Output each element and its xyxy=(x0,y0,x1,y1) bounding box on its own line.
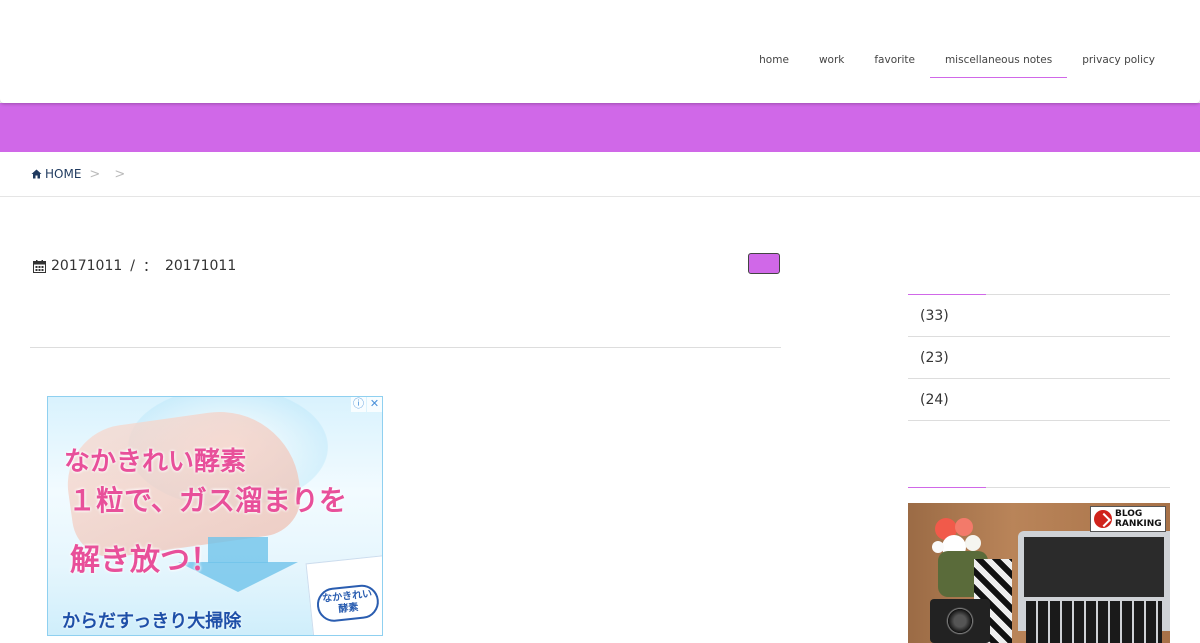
advertisement-banner[interactable]: なかきれい 酵素 なかきれい酵素 １粒で、ガス溜まりを 解き放つ！ からだすっき… xyxy=(47,396,383,636)
calendar-icon xyxy=(33,259,46,273)
nav-item-favorite[interactable]: favorite xyxy=(859,42,930,78)
breadcrumb-separator: > xyxy=(89,166,101,182)
site-header: home work favorite miscellaneous notes p… xyxy=(0,0,1200,103)
updated-date: 20171011 xyxy=(164,258,237,274)
breadcrumb: HOME > > xyxy=(0,152,1200,197)
title-band xyxy=(0,103,1200,152)
sidebar-category-item[interactable]: (24) xyxy=(908,379,1170,421)
updated-label: ： xyxy=(142,259,157,275)
published-date: 20171011 xyxy=(51,258,123,274)
sidebar-heading-accent xyxy=(908,487,986,488)
package-label: なかきれい 酵素 xyxy=(315,583,381,624)
ad-choices: ⓘ ✕ xyxy=(350,397,382,412)
ad-tagline: からだすっきり大掃除 xyxy=(62,611,242,632)
laptop-keyboard xyxy=(1026,601,1162,643)
post-meta: 20171011 / ： 20171011 xyxy=(33,256,236,276)
badge-line-2: RANKING xyxy=(1115,519,1162,529)
nav-item-privacy-policy[interactable]: privacy policy xyxy=(1067,42,1170,78)
product-package: なかきれい 酵素 xyxy=(305,555,382,635)
date-separator: / xyxy=(130,258,135,274)
ad-headline-2: １粒で、ガス溜まりを xyxy=(68,484,347,517)
laptop-screen xyxy=(1024,537,1164,597)
camera-lens xyxy=(946,607,974,635)
nav-item-home[interactable]: home xyxy=(744,42,804,78)
blog-ranking-banner[interactable]: BLOG RANKING xyxy=(908,503,1170,643)
ad-close-icon[interactable]: ✕ xyxy=(367,397,382,412)
blog-ranking-badge: BLOG RANKING xyxy=(1090,506,1166,532)
badge-line-1: BLOG xyxy=(1115,509,1143,519)
divider xyxy=(30,347,781,348)
ad-headline-1: なかきれい酵素 xyxy=(64,447,247,477)
global-nav: home work favorite miscellaneous notes p… xyxy=(744,42,1170,78)
nav-item-work[interactable]: work xyxy=(804,42,859,78)
sidebar-category-item[interactable]: (33) xyxy=(908,295,1170,337)
nav-item-miscellaneous-notes[interactable]: miscellaneous notes xyxy=(929,42,1068,78)
badge-text: BLOG RANKING xyxy=(1115,509,1162,529)
breadcrumb-home-link[interactable]: HOME xyxy=(31,167,81,181)
sidebar-category-item[interactable]: (23) xyxy=(908,337,1170,379)
ad-info-icon[interactable]: ⓘ xyxy=(351,397,366,412)
home-icon xyxy=(31,169,42,179)
ad-headline-3: 解き放つ！ xyxy=(70,543,220,578)
category-badge[interactable] xyxy=(748,253,780,274)
ranking-arrow-icon xyxy=(1094,510,1112,528)
breadcrumb-home-label: HOME xyxy=(45,167,82,181)
breadcrumb-separator: > xyxy=(114,166,126,182)
